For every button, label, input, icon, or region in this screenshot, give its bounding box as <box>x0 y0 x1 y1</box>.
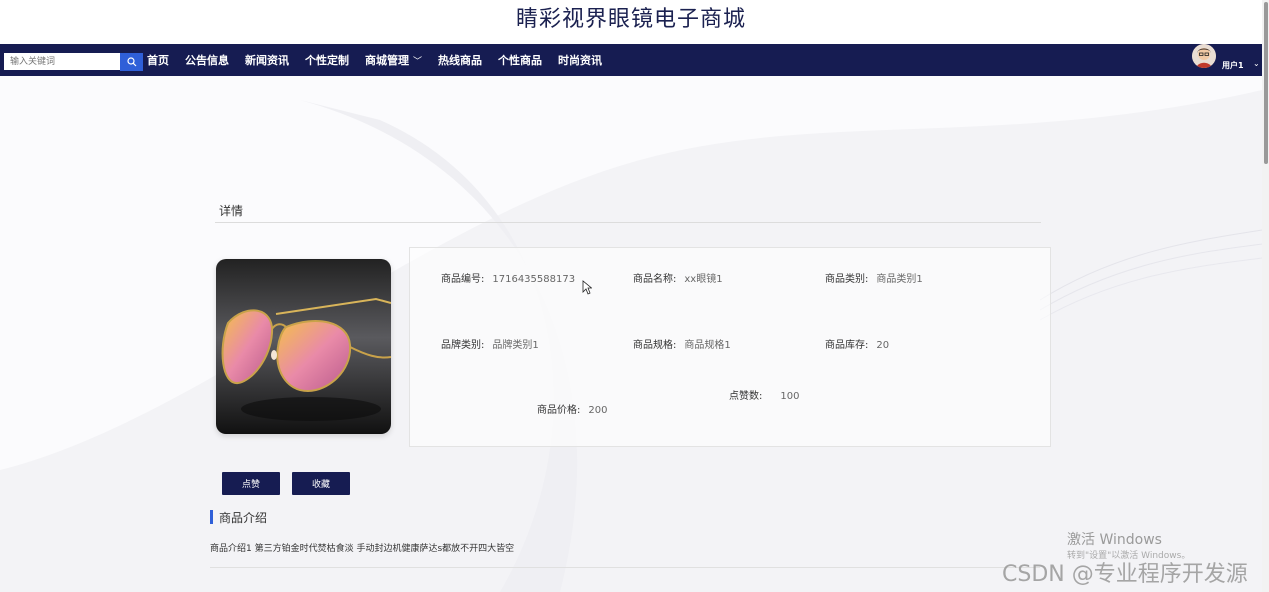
avatar[interactable] <box>1192 44 1216 68</box>
nav-item-hot-products[interactable]: 热线商品 <box>438 52 482 68</box>
field-product-category: 商品类别: 商品类别1 <box>825 270 923 285</box>
nav-item-shop-management[interactable]: 商城管理 ﹀ <box>365 52 422 68</box>
field-value: 20 <box>876 340 890 351</box>
intro-title: 商品介绍 <box>219 511 268 525</box>
detail-divider <box>215 222 1041 223</box>
field-value: xx眼镜1 <box>684 274 723 285</box>
scrollbar-thumb[interactable] <box>1264 2 1268 164</box>
user-menu-chevron-icon[interactable]: ⌄ <box>1253 59 1260 68</box>
nav-menu: 首页 公告信息 新闻资讯 个性定制 商城管理 ﹀ 热线商品 个性商品 时尚资讯 <box>147 44 618 76</box>
favorite-button[interactable]: 收藏 <box>292 472 350 495</box>
field-label: 商品价格: <box>537 405 581 416</box>
mouse-cursor-icon <box>582 280 592 295</box>
field-label: 品牌类别: <box>441 340 485 351</box>
nav-item-customization[interactable]: 个性定制 <box>305 52 349 68</box>
field-product-id: 商品编号: 1716435588173 <box>441 270 575 285</box>
nav-item-home[interactable]: 首页 <box>147 52 169 68</box>
field-label: 点赞数: <box>729 391 763 402</box>
sunglasses-image-icon <box>216 259 391 434</box>
field-like-count: 点赞数: 100 <box>729 387 799 402</box>
search-input[interactable] <box>4 53 120 70</box>
nav-item-personal-products[interactable]: 个性商品 <box>498 52 542 68</box>
field-price: 商品价格: 200 <box>537 401 607 416</box>
user-name-label[interactable]: 用户1 <box>1222 60 1244 71</box>
nav-item-fashion-news[interactable]: 时尚资讯 <box>558 52 602 68</box>
search-icon <box>126 57 136 67</box>
nav-item-announcements[interactable]: 公告信息 <box>185 52 229 68</box>
top-navbar: 首页 公告信息 新闻资讯 个性定制 商城管理 ﹀ 热线商品 个性商品 时尚资讯 <box>0 44 1262 76</box>
field-value: 100 <box>780 391 800 402</box>
detail-section-title: 详情 <box>219 204 244 218</box>
field-label: 商品类别: <box>825 274 869 285</box>
field-value: 商品规格1 <box>684 340 731 351</box>
site-title: 睛彩视界眼镜电子商城 <box>0 0 1262 44</box>
search-button[interactable] <box>120 53 143 71</box>
field-value: 商品类别1 <box>876 274 923 285</box>
field-product-spec: 商品规格: 商品规格1 <box>633 336 731 351</box>
intro-text: 商品介绍1 第三方铂金时代焚枯食淡 手动封边机健康萨达s都放不开四大皆空 <box>210 544 515 554</box>
nav-item-news[interactable]: 新闻资讯 <box>245 52 289 68</box>
intro-divider <box>210 567 1040 568</box>
field-value: 200 <box>588 405 608 416</box>
csdn-watermark: CSDN @专业程序开发源 <box>1002 562 1248 587</box>
field-stock: 商品库存: 20 <box>825 336 889 351</box>
like-button[interactable]: 点赞 <box>222 472 280 495</box>
field-value: 品牌类别1 <box>492 340 539 351</box>
intro-accent-bar <box>210 510 213 524</box>
field-label: 商品规格: <box>633 340 677 351</box>
user-avatar-icon <box>1192 44 1216 68</box>
field-label: 商品库存: <box>825 340 869 351</box>
field-label: 商品名称: <box>633 274 677 285</box>
field-product-name: 商品名称: xx眼镜1 <box>633 270 723 285</box>
field-value: 1716435588173 <box>492 274 576 285</box>
field-label: 商品编号: <box>441 274 485 285</box>
windows-activation-title: 激活 Windows <box>1067 532 1162 548</box>
chevron-down-icon: ﹀ <box>413 56 423 67</box>
product-image <box>216 259 391 434</box>
nav-item-shop-management-label: 商城管理 <box>365 54 409 67</box>
field-brand-category: 品牌类别: 品牌类别1 <box>441 336 539 351</box>
